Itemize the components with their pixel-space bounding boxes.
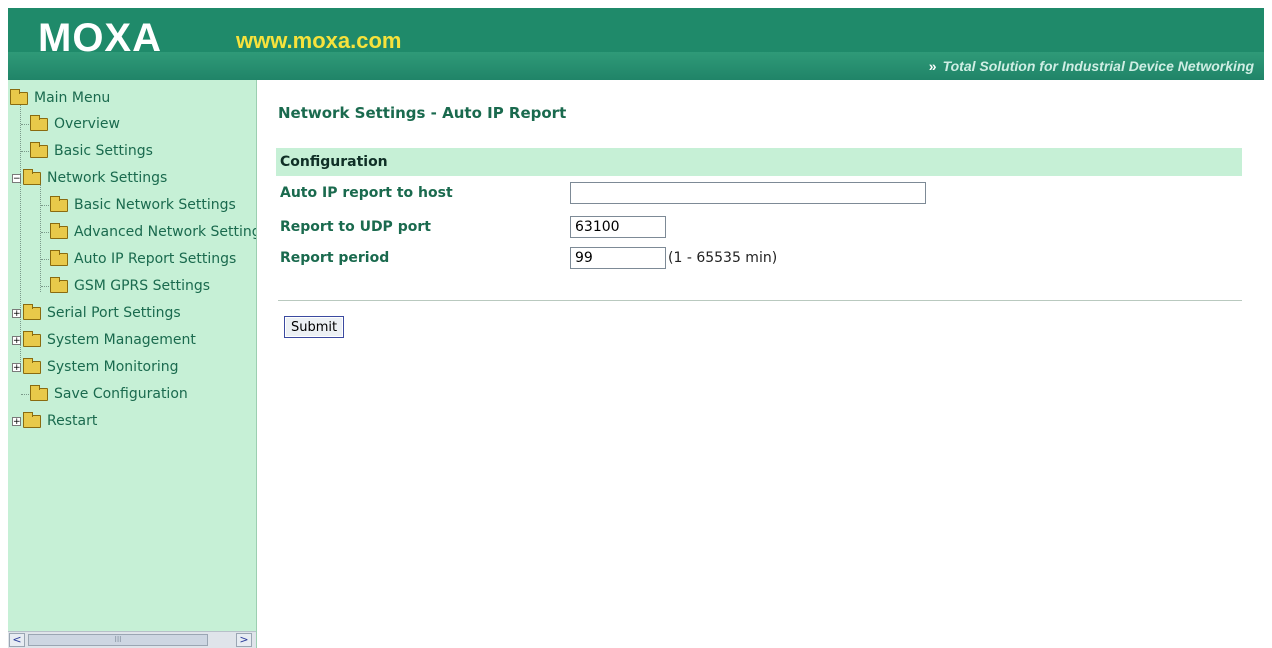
nav-label: Serial Port Settings <box>47 305 181 321</box>
folder-open-icon <box>23 168 41 185</box>
scroll-left-button[interactable]: < <box>9 633 25 647</box>
field-label: Report to UDP port <box>280 219 431 235</box>
header-banner: MOXA www.moxa.com » Total Solution for In… <box>8 8 1264 80</box>
period-range-hint: (1 - 65535 min) <box>668 250 778 266</box>
nav-item-save-configuration[interactable]: Save Configuration <box>30 384 188 404</box>
expand-icon[interactable]: + <box>12 308 21 318</box>
scroll-right-button[interactable]: > <box>236 633 252 647</box>
section-header: Configuration <box>276 148 1242 176</box>
nav-label: Basic Network Settings <box>74 197 236 213</box>
field-label: Report period <box>280 250 390 266</box>
nav-item-basic-network-settings[interactable]: Basic Network Settings <box>50 195 236 215</box>
nav-item-advanced-network-settings[interactable]: Advanced Network Settings <box>50 222 257 242</box>
expand-icon[interactable]: + <box>12 335 21 345</box>
folder-icon <box>50 195 68 212</box>
nav-label: Network Settings <box>47 170 168 186</box>
page-title: Network Settings - Auto IP Report <box>278 104 567 122</box>
nav-item-restart[interactable]: + Restart <box>12 411 97 431</box>
submit-button[interactable]: Submit <box>284 316 345 338</box>
nav-item-overview[interactable]: Overview <box>30 114 120 134</box>
nav-main-menu[interactable]: Main Menu <box>10 88 110 108</box>
folder-icon <box>50 249 68 266</box>
folder-icon <box>23 357 41 374</box>
tree-guide-line <box>40 184 41 292</box>
nav-label: Overview <box>54 116 120 132</box>
nav-item-serial-port-settings[interactable]: + Serial Port Settings <box>12 303 181 323</box>
folder-open-icon <box>10 88 28 105</box>
sidebar-nav: Main Menu Overview Basic Settings − Netw… <box>8 80 257 648</box>
nav-label: System Monitoring <box>47 359 179 375</box>
folder-icon <box>30 141 48 158</box>
nav-label: GSM GPRS Settings <box>74 278 211 294</box>
folder-icon <box>50 276 68 293</box>
site-url: www.moxa.com <box>236 28 402 53</box>
form-row-udp: Report to UDP port <box>280 214 666 240</box>
main-content: Network Settings - Auto IP Report Config… <box>256 80 1272 648</box>
folder-icon <box>30 384 48 401</box>
folder-icon <box>50 222 68 239</box>
folder-icon <box>23 411 41 428</box>
nav-label: Restart <box>47 413 98 429</box>
nav-label: Advanced Network Settings <box>74 224 257 240</box>
form-row-period: Report period (1 - 65535 min) <box>280 245 777 271</box>
field-label: Auto IP report to host <box>280 185 453 201</box>
nav-item-system-monitoring[interactable]: + System Monitoring <box>12 357 179 377</box>
tree-guide-line <box>20 104 21 366</box>
nav-item-basic-settings[interactable]: Basic Settings <box>30 141 153 161</box>
double-chevron-icon: » <box>928 58 937 74</box>
scroll-thumb[interactable]: III <box>28 634 208 646</box>
tagline-text: Total Solution for Industrial Device Net… <box>942 58 1254 74</box>
expand-icon[interactable]: + <box>12 362 21 372</box>
nav-item-network-settings[interactable]: − Network Settings <box>12 168 167 188</box>
nav-label: System Management <box>47 332 196 348</box>
auto-ip-host-input[interactable] <box>570 182 926 204</box>
folder-icon <box>23 303 41 320</box>
divider <box>278 300 1242 302</box>
nav-item-system-management[interactable]: + System Management <box>12 330 196 350</box>
folder-icon <box>23 330 41 347</box>
horizontal-scrollbar[interactable]: < III > <box>8 631 256 648</box>
moxa-logo: MOXA <box>38 16 162 60</box>
nav-label: Auto IP Report Settings <box>74 251 237 267</box>
form-row-host: Auto IP report to host <box>280 180 926 206</box>
collapse-icon[interactable]: − <box>12 173 21 183</box>
folder-icon <box>30 114 48 131</box>
expand-icon[interactable]: + <box>12 416 21 426</box>
report-period-input[interactable] <box>570 247 666 269</box>
nav-item-auto-ip-report-settings[interactable]: Auto IP Report Settings <box>50 249 236 269</box>
udp-port-input[interactable] <box>570 216 666 238</box>
nav-label: Main Menu <box>34 90 111 106</box>
nav-item-gsm-gprs-settings[interactable]: GSM GPRS Settings <box>50 276 210 296</box>
tagline: » Total Solution for Industrial Device Ne… <box>929 58 1254 74</box>
nav-label: Save Configuration <box>54 386 188 402</box>
nav-label: Basic Settings <box>54 143 153 159</box>
